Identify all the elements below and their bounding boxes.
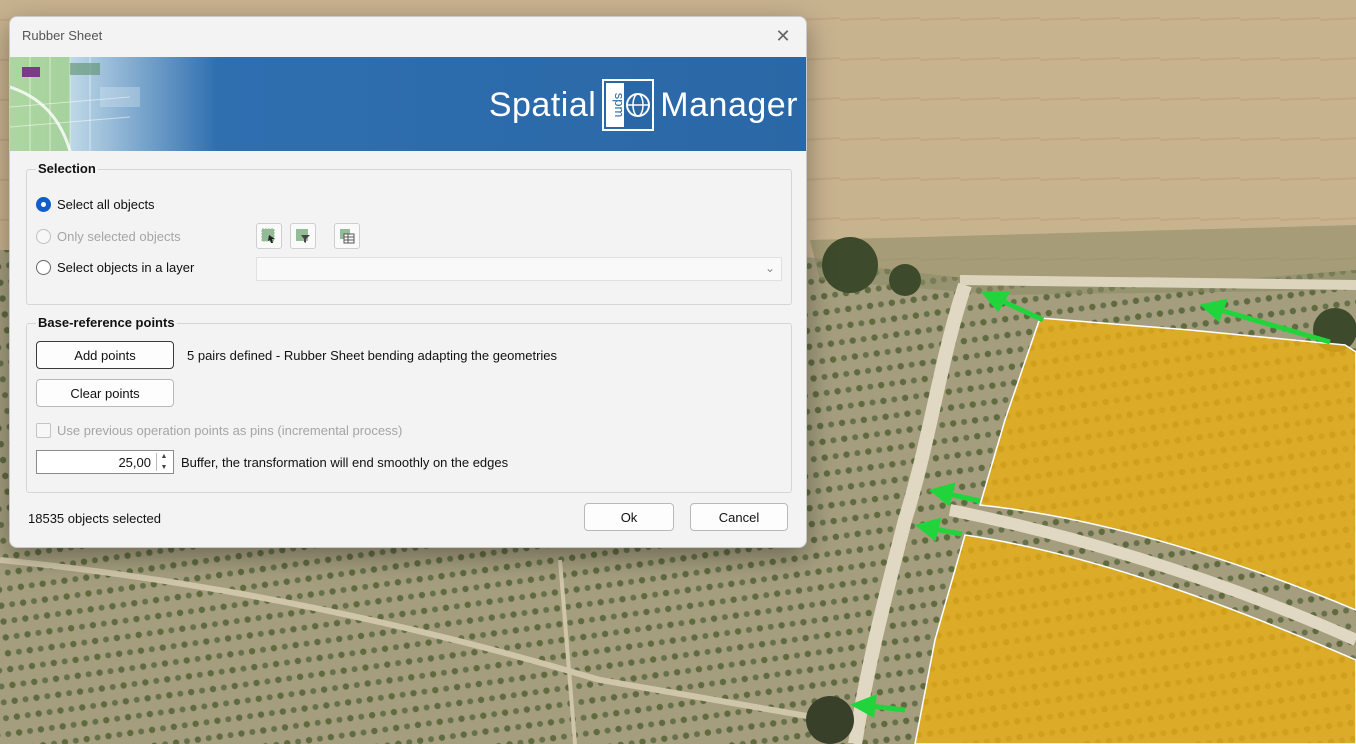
base-reference-group-label: Base-reference points [36, 315, 177, 330]
select-window-button[interactable] [256, 223, 282, 249]
svg-text:spm: spm [612, 93, 627, 118]
add-points-button[interactable]: Add points [36, 341, 174, 369]
radio-indicator[interactable] [36, 260, 51, 275]
banner-map-graphic [10, 57, 140, 151]
chevron-down-icon: ⌄ [764, 261, 775, 275]
buffer-spinner[interactable]: 25,00 ▲ ▼ [36, 450, 174, 474]
buffer-value[interactable]: 25,00 [118, 455, 151, 470]
select-filter-icon [296, 229, 310, 243]
objects-selected-count: 18535 objects selected [28, 511, 161, 526]
radio-select-all[interactable]: Select all objects [36, 197, 155, 212]
select-table-button[interactable] [334, 223, 360, 249]
radio-select-layer-label: Select objects in a layer [57, 260, 195, 275]
radio-indicator[interactable] [36, 229, 51, 244]
cancel-button[interactable]: Cancel [690, 503, 788, 531]
close-icon[interactable]: ✕ [770, 23, 796, 49]
radio-select-all-label: Select all objects [57, 197, 155, 212]
use-previous-checkbox-row[interactable]: Use previous operation points as pins (i… [36, 423, 402, 438]
layer-dropdown[interactable]: ⌄ [256, 257, 782, 281]
brand-word-right: Manager [660, 85, 798, 124]
select-window-icon [261, 228, 275, 243]
select-table-icon [340, 229, 355, 244]
selection-group-label: Selection [36, 161, 98, 176]
ok-button[interactable]: Ok [584, 503, 674, 531]
brand-word-left: Spatial [488, 85, 597, 124]
add-points-label: Add points [74, 347, 136, 363]
spinner-arrows[interactable]: ▲ ▼ [156, 453, 171, 471]
select-filter-button[interactable] [290, 223, 316, 249]
spin-down-icon[interactable]: ▼ [161, 464, 168, 471]
spm-logo-icon: spm [602, 79, 655, 131]
radio-indicator[interactable] [36, 197, 51, 212]
spin-up-icon[interactable]: ▲ [161, 453, 168, 460]
brand-logo: Spatial spm Manager [489, 79, 798, 131]
ok-label: Ok [620, 509, 638, 525]
points-status-text: 5 pairs defined - Rubber Sheet bending a… [187, 348, 558, 363]
clear-points-label: Clear points [70, 385, 140, 401]
clear-points-button[interactable]: Clear points [36, 379, 174, 407]
dialog-title: Rubber Sheet [22, 28, 103, 43]
rubber-sheet-dialog: Rubber Sheet ✕ Spatial spm Manager Selec… [9, 16, 807, 548]
dialog-titlebar[interactable]: Rubber Sheet ✕ [10, 17, 806, 57]
radio-only-selected[interactable]: Only selected objects [36, 229, 181, 244]
radio-select-layer[interactable]: Select objects in a layer [36, 260, 194, 275]
use-previous-checkbox[interactable] [36, 423, 51, 438]
spatial-manager-banner: Spatial spm Manager [10, 57, 806, 151]
radio-only-selected-label: Only selected objects [57, 229, 181, 244]
buffer-description: Buffer, the transformation will end smoo… [181, 455, 509, 470]
use-previous-label: Use previous operation points as pins (i… [57, 423, 403, 438]
cancel-label: Cancel [718, 509, 760, 525]
